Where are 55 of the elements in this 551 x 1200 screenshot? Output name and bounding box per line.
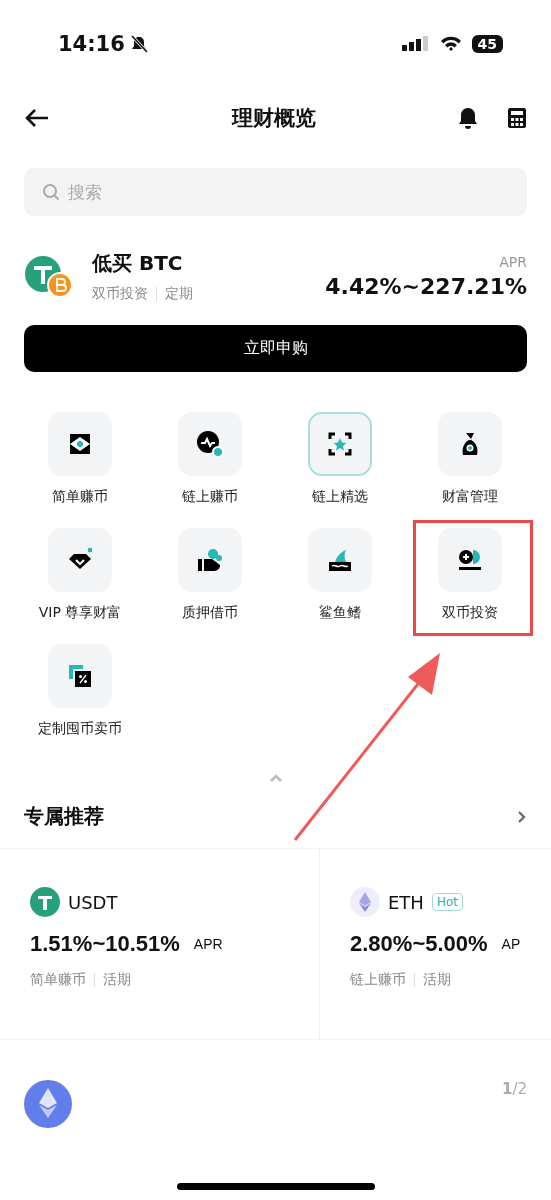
hot-badge: Hot [431, 893, 463, 911]
status-time: 14:16 [58, 32, 125, 56]
product-tile[interactable] [308, 528, 372, 592]
product-label: 链上赚币 [182, 488, 238, 506]
ethereum-coin-icon [24, 1080, 72, 1128]
search-icon [42, 183, 60, 201]
product-title: 低买 BTC [92, 250, 184, 277]
coin-pair-icon [24, 254, 74, 299]
product-tag: 定期 [165, 285, 193, 303]
recommend-card[interactable]: USDT 1.51%~10.51% APR 简单赚币 活期 [0, 849, 320, 1039]
section-title: 专属推荐 [24, 803, 104, 830]
ethereum-coin-icon [350, 887, 380, 917]
tether-coin-icon [30, 887, 60, 917]
product-tag: 活期 [103, 971, 131, 989]
battery-level: 45 [471, 35, 503, 53]
product-tag: 简单赚币 [30, 971, 86, 989]
product-label: 简单赚币 [52, 488, 108, 506]
product-label: 质押借币 [182, 604, 238, 622]
recommend-card[interactable]: ETH Hot 2.80%~5.00% AP 链上赚币 活期 [320, 849, 551, 1039]
product-label: 链上精选 [312, 488, 368, 506]
product-tile[interactable] [48, 412, 112, 476]
product-tile[interactable] [438, 412, 502, 476]
coin-name: ETH [388, 891, 424, 913]
page-indicator: 1/2 [501, 1080, 527, 1098]
product-tag: 链上赚币 [350, 971, 406, 989]
product-tile[interactable] [308, 412, 372, 476]
bell-muted-icon [128, 34, 149, 54]
product-tile[interactable] [438, 528, 502, 592]
back-arrow-icon[interactable] [24, 107, 50, 129]
product-tile[interactable] [178, 412, 242, 476]
apr-value: 2.80%~5.00% [350, 931, 488, 957]
apr-label: APR [193, 936, 223, 952]
product-tag: 双币投资 [92, 285, 148, 303]
product-label: VIP 尊享财富 [38, 604, 122, 622]
product-tag: 活期 [423, 971, 451, 989]
apr-value: 4.42%~227.21% [325, 274, 527, 299]
subscribe-button[interactable]: 立即申购 [24, 325, 527, 372]
product-label: 财富管理 [442, 488, 498, 506]
page-title: 理财概览 [231, 105, 316, 132]
product-tile[interactable] [48, 528, 112, 592]
product-label: 鲨鱼鳍 [319, 604, 361, 622]
search-placeholder: 搜索 [68, 180, 102, 204]
product-tile[interactable] [48, 644, 112, 708]
signal-icon [401, 35, 430, 53]
bell-icon[interactable] [457, 106, 479, 130]
coin-name: USDT [68, 891, 118, 913]
apr-value: 1.51%~10.51% [30, 931, 180, 957]
product-tile[interactable] [178, 528, 242, 592]
apr-label: APR [499, 254, 527, 270]
calculator-icon[interactable] [507, 107, 527, 129]
product-label: 定制囤币卖币 [38, 720, 122, 738]
apr-label: AP [501, 936, 521, 952]
pulse-icon [195, 429, 225, 459]
product-label: 双币投资 [442, 604, 498, 622]
chevron-right-icon[interactable] [517, 809, 527, 824]
